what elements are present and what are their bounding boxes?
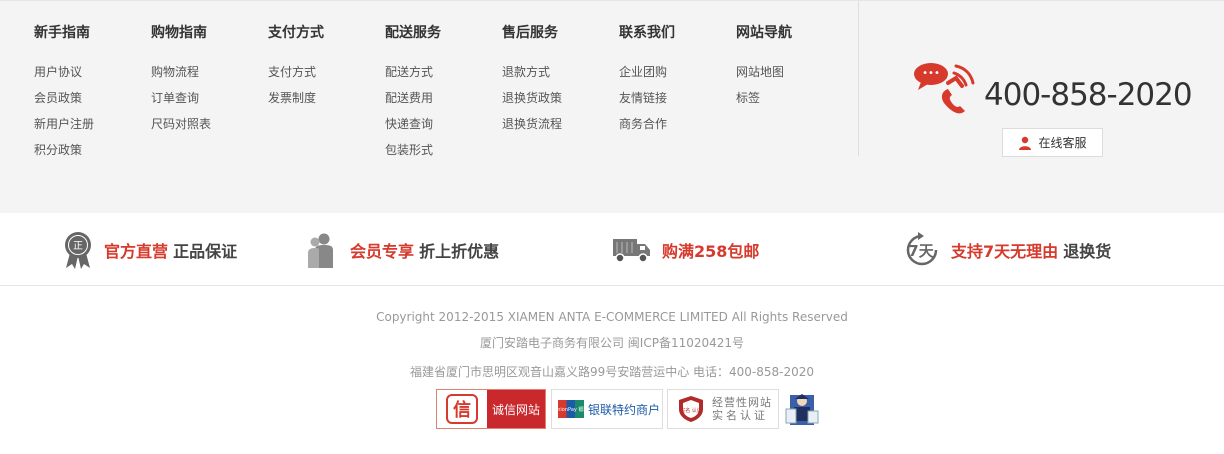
footer-links-area: 新手指南 用户协议 会员政策 新用户注册 积分政策 购物指南 购物流程 订单查询…	[0, 0, 1224, 213]
business-verified-line1: 经营性网站	[712, 396, 772, 409]
bubble-dots: •••	[922, 68, 940, 79]
credit-site-label: 诚信网站	[487, 390, 545, 428]
service-promise-bar: 正 官方直营 正品保证 会员专享 折上折优惠 购满258包邮 7天 支持7天无理…	[0, 213, 1224, 286]
online-service-label: 在线客服	[1038, 136, 1087, 150]
column-title: 购物指南	[151, 25, 207, 41]
column-title: 支付方式	[268, 25, 324, 41]
column-payment: 支付方式 支付方式 发票制度	[268, 23, 378, 111]
truck-icon	[613, 238, 650, 263]
footer-link[interactable]: 配送方式	[385, 59, 495, 85]
address-text: 福建省厦门市思明区观音山嘉义路99号安踏营运中心 电话：400-858-2020	[409, 365, 815, 379]
shield-label: 实名 认证	[680, 407, 702, 414]
footer-link[interactable]: 会员政策	[34, 85, 144, 111]
column-title: 配送服务	[385, 25, 441, 41]
footer-link[interactable]: 商务合作	[619, 111, 729, 137]
column-title: 联系我们	[619, 25, 675, 41]
footer-link[interactable]: 新用户注册	[34, 111, 144, 137]
promo-shipping-red: 购满258包邮	[662, 241, 760, 261]
credit-logo-icon: 信	[437, 390, 487, 428]
footer-link[interactable]: 尺码对照表	[151, 111, 261, 137]
footer-link[interactable]: 退换货政策	[502, 85, 612, 111]
footer-link[interactable]: 订单查询	[151, 85, 261, 111]
footer-link[interactable]: 快递查询	[385, 111, 495, 137]
medal-label: 正	[73, 241, 83, 252]
shield-icon: 实名 认证	[679, 396, 703, 422]
column-delivery: 配送服务 配送方式 配送费用 快递查询 包装形式	[385, 23, 495, 163]
hotline-number: 400-858-2020	[984, 77, 1193, 113]
footer-link[interactable]: 积分政策	[34, 137, 144, 163]
police-badge[interactable]	[784, 391, 820, 433]
column-title: 网站导航	[736, 25, 792, 41]
column-title: 新手指南	[34, 25, 90, 41]
column-shopping-guide: 购物指南 购物流程 订单查询 尺码对照表	[151, 23, 261, 137]
promo-official: 正 官方直营 正品保证	[62, 213, 237, 286]
footer-link[interactable]: 购物流程	[151, 59, 261, 85]
unionpay-label: 银联特约商户	[588, 402, 661, 417]
footer-link[interactable]: 配送费用	[385, 85, 495, 111]
column-contact-us: 联系我们 企业团购 友情链接 商务合作	[619, 23, 729, 137]
members-icon	[308, 233, 333, 268]
company-icp-text: 厦门安踏电子商务有限公司 闽ICP备11020421号	[479, 336, 745, 350]
column-title: 售后服务	[502, 25, 558, 41]
copyright-text: Copyright 2012-2015 XIAMEN ANTA E-COMMER…	[376, 310, 848, 324]
unionpay-badge[interactable]: UnionPay 银联 银联特约商户	[551, 389, 663, 429]
phone-hotline-icon: •••	[914, 63, 975, 114]
footer-link[interactable]: 退换货流程	[502, 111, 612, 137]
police-icon	[785, 394, 819, 425]
footer-link[interactable]: 标签	[736, 85, 846, 111]
column-newbie-guide: 新手指南 用户协议 会员政策 新用户注册 积分政策	[34, 23, 144, 163]
footer-link[interactable]: 网站地图	[736, 59, 846, 85]
footer-link[interactable]: 退款方式	[502, 59, 612, 85]
promo-members-gray: 折上折优惠	[419, 241, 500, 261]
promo-return-red: 支持7天无理由	[951, 241, 1059, 261]
unionpay-logo-icon: UnionPay 银联	[558, 400, 584, 418]
promo-official-gray: 正品保证	[173, 241, 238, 261]
credit-logo-text: 信	[446, 394, 478, 424]
promo-return-gray: 退换货	[1063, 241, 1112, 261]
footer-link[interactable]: 友情链接	[619, 85, 729, 111]
business-verified-line2: 实名认证	[712, 409, 768, 422]
promo-members: 会员专享 折上折优惠	[306, 213, 499, 286]
promo-official-red: 官方直营	[104, 241, 169, 261]
footer-link[interactable]: 支付方式	[268, 59, 378, 85]
online-service-button[interactable]: 在线客服	[1002, 128, 1103, 157]
promo-free-shipping: 购满258包邮	[612, 213, 759, 286]
column-after-sales: 售后服务 退款方式 退换货政策 退换货流程	[502, 23, 612, 137]
promo-members-red: 会员专享	[350, 241, 415, 261]
seven-days-label: 7天	[908, 242, 934, 260]
footer-link[interactable]: 包装形式	[385, 137, 495, 163]
seven-days-icon: 7天	[906, 231, 938, 265]
footer-link[interactable]: 用户协议	[34, 59, 144, 85]
promo-seven-day-return: 7天 支持7天无理由 退换货	[903, 213, 1111, 286]
footer-link[interactable]: 企业团购	[619, 59, 729, 85]
column-divider	[858, 1, 859, 156]
user-icon	[1019, 136, 1032, 150]
business-verified-badge[interactable]: 实名 认证 经营性网站 实名认证	[667, 389, 779, 429]
column-site-nav: 网站导航 网站地图 标签	[736, 23, 846, 111]
medal-icon: 正	[65, 231, 91, 269]
credit-site-badge[interactable]: 信 诚信网站	[436, 389, 546, 429]
footer-link[interactable]: 发票制度	[268, 85, 378, 111]
